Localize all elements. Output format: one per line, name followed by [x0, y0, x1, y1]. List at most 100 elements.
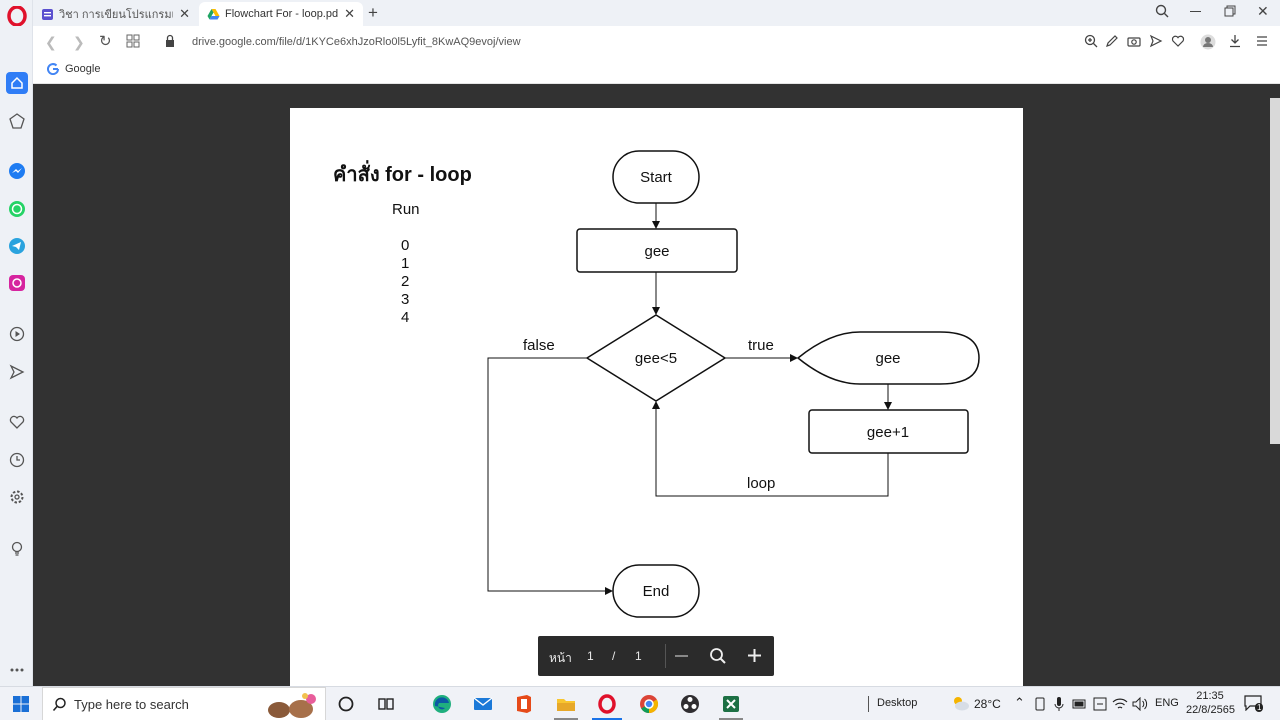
output-text: gee: [875, 350, 900, 367]
zoom-fit-icon[interactable]: [709, 647, 727, 665]
messenger-icon[interactable]: [6, 160, 28, 182]
menu-icon[interactable]: [1255, 34, 1271, 50]
obs-icon[interactable]: [679, 693, 701, 715]
volume-icon[interactable]: [1132, 697, 1148, 711]
edge-false: [487, 357, 613, 595]
heart-icon[interactable]: [1171, 34, 1187, 50]
opera-sidebar: [0, 0, 33, 686]
player-icon[interactable]: [6, 323, 28, 345]
zoom-in-icon[interactable]: [747, 648, 762, 663]
edit-icon[interactable]: [1105, 34, 1121, 50]
search-icon: [52, 697, 66, 712]
tab-strip: วิชา การเขียนโปรแกรมเบื้องต้น ✕ Flowchar…: [33, 0, 1280, 26]
tab-title: Flowchart For - loop.pdf - Go: [225, 8, 339, 20]
restore-icon[interactable]: [1224, 4, 1236, 20]
url-field[interactable]: drive.google.com/file/d/1KYCe6xhJzoRlo0l…: [192, 36, 521, 48]
settings-icon[interactable]: [6, 486, 28, 508]
telegram-icon[interactable]: [6, 235, 28, 257]
windows-start-icon[interactable]: [10, 693, 32, 715]
office-icon[interactable]: [513, 693, 535, 715]
more-icon[interactable]: [6, 659, 28, 681]
zoom-icon[interactable]: [1084, 34, 1100, 50]
notifications-button[interactable]: 1: [1244, 695, 1264, 713]
init-text: gee: [644, 243, 669, 260]
forms-icon: [42, 8, 53, 20]
google-icon: [47, 63, 59, 75]
toolbar-divider: [868, 696, 869, 712]
device-icon[interactable]: [1034, 697, 1046, 711]
clock-time: 21:35: [1196, 690, 1224, 702]
task-view-icon[interactable]: [375, 693, 397, 715]
close-tab-icon[interactable]: ✕: [344, 6, 355, 22]
close-tab-icon[interactable]: ✕: [179, 6, 190, 22]
edge-icon[interactable]: [431, 693, 453, 715]
input-language[interactable]: ENG: [1155, 697, 1179, 709]
condition-text: gee<5: [635, 350, 677, 367]
bookmarks-bar: Google: [33, 58, 1280, 84]
weather-icon[interactable]: [950, 694, 970, 712]
heart-icon[interactable]: [6, 411, 28, 433]
new-tab-button[interactable]: +: [368, 3, 378, 23]
clock-date: 22/8/2565: [1186, 704, 1235, 716]
instagram-icon[interactable]: [6, 272, 28, 294]
end-text: End: [643, 583, 670, 600]
tabs-grid-icon[interactable]: [126, 34, 142, 50]
zoom-out-icon[interactable]: [675, 655, 688, 657]
onedrive-icon[interactable]: [1093, 697, 1107, 711]
current-page-input[interactable]: 1: [587, 649, 594, 663]
search-highlight-icon: [268, 693, 316, 718]
opera-logo-icon[interactable]: [6, 5, 28, 27]
lock-icon[interactable]: [164, 34, 180, 50]
page-word: หน้า: [549, 651, 572, 665]
desktop-toolbar[interactable]: Desktop: [877, 697, 917, 709]
close-window-icon[interactable]: ✕: [1257, 3, 1269, 20]
battery-icon[interactable]: [1072, 698, 1088, 710]
true-label: true: [748, 337, 774, 354]
show-hidden-icons-icon[interactable]: ⌃: [1014, 695, 1025, 711]
lightbulb-icon[interactable]: [6, 538, 28, 560]
tab-search-icon[interactable]: [1155, 4, 1169, 21]
cortana-icon[interactable]: [335, 693, 357, 715]
pdf-page: คำสั่ง for - loop Run 0 1 2 3 4 Start ge…: [290, 108, 1023, 686]
bookmark-google[interactable]: Google: [47, 63, 100, 75]
whatsapp-icon[interactable]: [6, 198, 28, 220]
screen: วิชา การเขียนโปรแกรมเบื้องต้น ✕ Flowchar…: [0, 0, 1280, 720]
profile-icon[interactable]: [1200, 34, 1216, 50]
pdf-viewer: คำสั่ง for - loop Run 0 1 2 3 4 Start ge…: [33, 84, 1280, 686]
temperature[interactable]: 28°C: [974, 697, 1001, 711]
notification-count: 1: [1255, 703, 1264, 712]
camera-icon[interactable]: [1127, 34, 1143, 50]
speed-dial-icon[interactable]: [6, 110, 28, 132]
taskbar-search-input[interactable]: Type here to search: [42, 687, 326, 720]
tab-flowchart-pdf[interactable]: Flowchart For - loop.pdf - Go ✕: [199, 2, 363, 26]
google-drive-icon: [207, 8, 220, 19]
send-icon[interactable]: [6, 361, 28, 383]
flowchart: Start gee gee<5 true gee gee+1 loop fals…: [487, 150, 980, 618]
false-label: false: [523, 337, 555, 354]
address-bar: ❮ ❯ ↻ drive.google.com/file/d/1KYCe6xhJz…: [33, 26, 1280, 58]
home-icon[interactable]: [6, 72, 28, 94]
clock[interactable]: 21:35 22/8/2565: [1186, 690, 1235, 716]
wifi-icon[interactable]: [1112, 697, 1128, 711]
bookmark-label: Google: [65, 63, 101, 75]
send-icon[interactable]: [1149, 34, 1165, 50]
page-separator: /: [612, 649, 616, 663]
minimize-icon[interactable]: [1190, 11, 1201, 12]
vertical-scrollbar[interactable]: [1270, 98, 1280, 444]
opera-taskbar-icon[interactable]: [596, 693, 618, 715]
windows-taskbar: Type here to search Desktop 28°C ⌃ ENG 2…: [0, 686, 1280, 720]
reload-icon[interactable]: ↻: [99, 32, 112, 50]
excel-icon[interactable]: [720, 693, 742, 715]
divider: [665, 644, 666, 668]
tab-course[interactable]: วิชา การเขียนโปรแกรมเบื้องต้น ✕: [33, 2, 198, 26]
history-icon[interactable]: [6, 449, 28, 471]
file-explorer-icon[interactable]: [555, 693, 577, 715]
forward-icon[interactable]: ❯: [73, 34, 85, 51]
mail-icon[interactable]: [472, 693, 494, 715]
microphone-icon[interactable]: [1054, 696, 1064, 712]
back-icon[interactable]: ❮: [45, 34, 57, 51]
download-icon[interactable]: [1228, 34, 1244, 50]
chrome-icon[interactable]: [638, 693, 660, 715]
total-pages: 1: [635, 649, 642, 663]
loop-label: loop: [747, 475, 775, 492]
